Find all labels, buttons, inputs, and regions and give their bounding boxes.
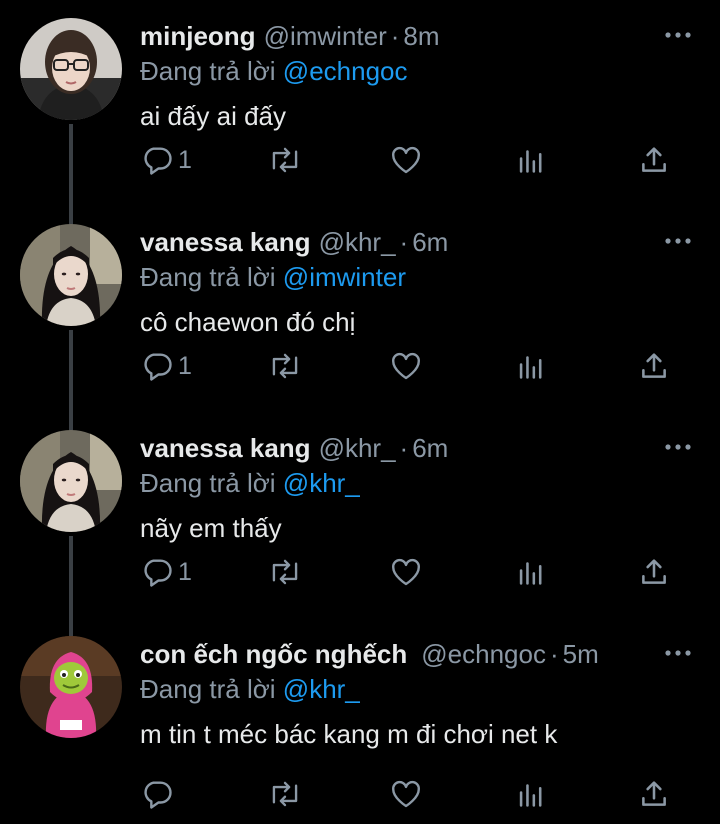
action-bar: 1	[0, 552, 720, 592]
replying-to-label: Đang trả lời	[140, 468, 276, 498]
tweet[interactable]: con ếch ngốc nghếch @echngoc · 5m Đang trả …	[0, 618, 720, 824]
display-name[interactable]: vanessa kang	[140, 433, 311, 463]
analytics-icon	[519, 150, 542, 173]
reply-bubble-icon	[144, 147, 172, 175]
reply-button[interactable]: 1	[140, 552, 192, 592]
username[interactable]: @echngoc	[421, 639, 546, 669]
action-bar	[0, 774, 720, 814]
replying-to-label: Đang trả lời	[140, 674, 276, 704]
display-name[interactable]: minjeong	[140, 21, 256, 51]
tweet-header: con ếch ngốc nghếch @echngoc · 5m	[140, 638, 599, 670]
tweet-text: m tin t méc bác kang m đi chơi net k	[140, 719, 558, 749]
tweet-text: ai đấy ai đấy	[140, 101, 286, 131]
analytics-icon	[519, 562, 542, 585]
analytics-icon	[519, 784, 542, 807]
reply-bubble-icon	[144, 353, 172, 381]
views-button[interactable]	[514, 140, 548, 180]
reply-count: 1	[178, 145, 192, 174]
like-button[interactable]	[389, 774, 423, 814]
views-button[interactable]	[514, 774, 548, 814]
heart-icon	[392, 352, 420, 380]
retweet-icon	[272, 147, 298, 173]
reply-bubble-icon	[144, 781, 172, 809]
display-name[interactable]: con ếch ngốc nghếch	[140, 639, 407, 669]
action-bar: 1	[0, 140, 720, 180]
username[interactable]: @khr_	[319, 227, 396, 257]
replying-to-label: Đang trả lời	[140, 56, 276, 86]
separator: ·	[390, 21, 400, 51]
action-bar: 1	[0, 346, 720, 386]
tweet-text: nãy em thấy	[140, 513, 282, 543]
share-icon	[642, 353, 666, 378]
more-dots-icon[interactable]	[664, 234, 692, 248]
separator: ·	[549, 639, 559, 669]
tweet-header: vanessa kang @khr_ · 6m	[140, 226, 448, 258]
mention-link[interactable]: @khr_	[283, 468, 360, 498]
mention-link[interactable]: @echngoc	[283, 56, 408, 86]
views-button[interactable]	[514, 346, 548, 386]
share-icon	[642, 147, 666, 172]
retweet-button[interactable]	[267, 346, 303, 386]
separator: ·	[399, 227, 409, 257]
reply-button[interactable]	[140, 774, 178, 814]
more-dots-icon[interactable]	[664, 28, 692, 42]
mention-link[interactable]: @imwinter	[283, 262, 406, 292]
timestamp[interactable]: 5m	[563, 639, 599, 669]
more-dots-icon[interactable]	[664, 440, 692, 454]
timestamp[interactable]: 6m	[412, 433, 448, 463]
reply-button[interactable]: 1	[140, 140, 192, 180]
retweet-icon	[272, 781, 298, 807]
retweet-icon	[272, 559, 298, 585]
replying-to: Đang trả lời @imwinter	[140, 260, 406, 294]
username[interactable]: @khr_	[319, 433, 396, 463]
share-icon	[642, 781, 666, 806]
heart-icon	[392, 146, 420, 174]
tweet-header: minjeong @imwinter · 8m	[140, 20, 440, 52]
avatar[interactable]	[20, 430, 122, 532]
share-button[interactable]	[637, 140, 671, 180]
share-button[interactable]	[637, 552, 671, 592]
retweet-icon	[272, 353, 298, 379]
share-button[interactable]	[637, 346, 671, 386]
timestamp[interactable]: 8m	[403, 21, 439, 51]
reply-button[interactable]: 1	[140, 346, 192, 386]
timestamp[interactable]: 6m	[412, 227, 448, 257]
username[interactable]: @imwinter	[264, 21, 387, 51]
replying-to: Đang trả lời @khr_	[140, 672, 360, 706]
tweet-header: vanessa kang @khr_ · 6m	[140, 432, 448, 464]
like-button[interactable]	[389, 346, 423, 386]
share-button[interactable]	[637, 774, 671, 814]
replying-to: Đang trả lời @khr_	[140, 466, 360, 500]
replying-to: Đang trả lời @echngoc	[140, 54, 408, 88]
tweet[interactable]: vanessa kang @khr_ · 6m Đang trả lời @imwin…	[0, 206, 720, 412]
reply-count: 1	[178, 351, 192, 380]
replying-to-label: Đang trả lời	[140, 262, 276, 292]
mention-link[interactable]: @khr_	[283, 674, 360, 704]
display-name[interactable]: vanessa kang	[140, 227, 311, 257]
like-button[interactable]	[389, 552, 423, 592]
views-button[interactable]	[514, 552, 548, 592]
heart-icon	[392, 558, 420, 586]
share-icon	[642, 559, 666, 584]
avatar[interactable]	[20, 636, 122, 738]
reply-count: 1	[178, 557, 192, 586]
analytics-icon	[519, 356, 542, 379]
tweet-text: cô chaewon đó chị	[140, 307, 356, 337]
heart-icon	[392, 780, 420, 808]
separator: ·	[399, 433, 409, 463]
more-dots-icon[interactable]	[664, 646, 692, 660]
retweet-button[interactable]	[267, 552, 303, 592]
retweet-button[interactable]	[267, 774, 303, 814]
avatar[interactable]	[20, 224, 122, 326]
tweet[interactable]: minjeong @imwinter · 8m Đang trả lời @echng…	[0, 0, 720, 206]
reply-bubble-icon	[144, 559, 172, 587]
tweet[interactable]: vanessa kang @khr_ · 6m Đang trả lời @khr_ …	[0, 412, 720, 618]
like-button[interactable]	[389, 140, 423, 180]
avatar[interactable]	[20, 18, 122, 120]
retweet-button[interactable]	[267, 140, 303, 180]
